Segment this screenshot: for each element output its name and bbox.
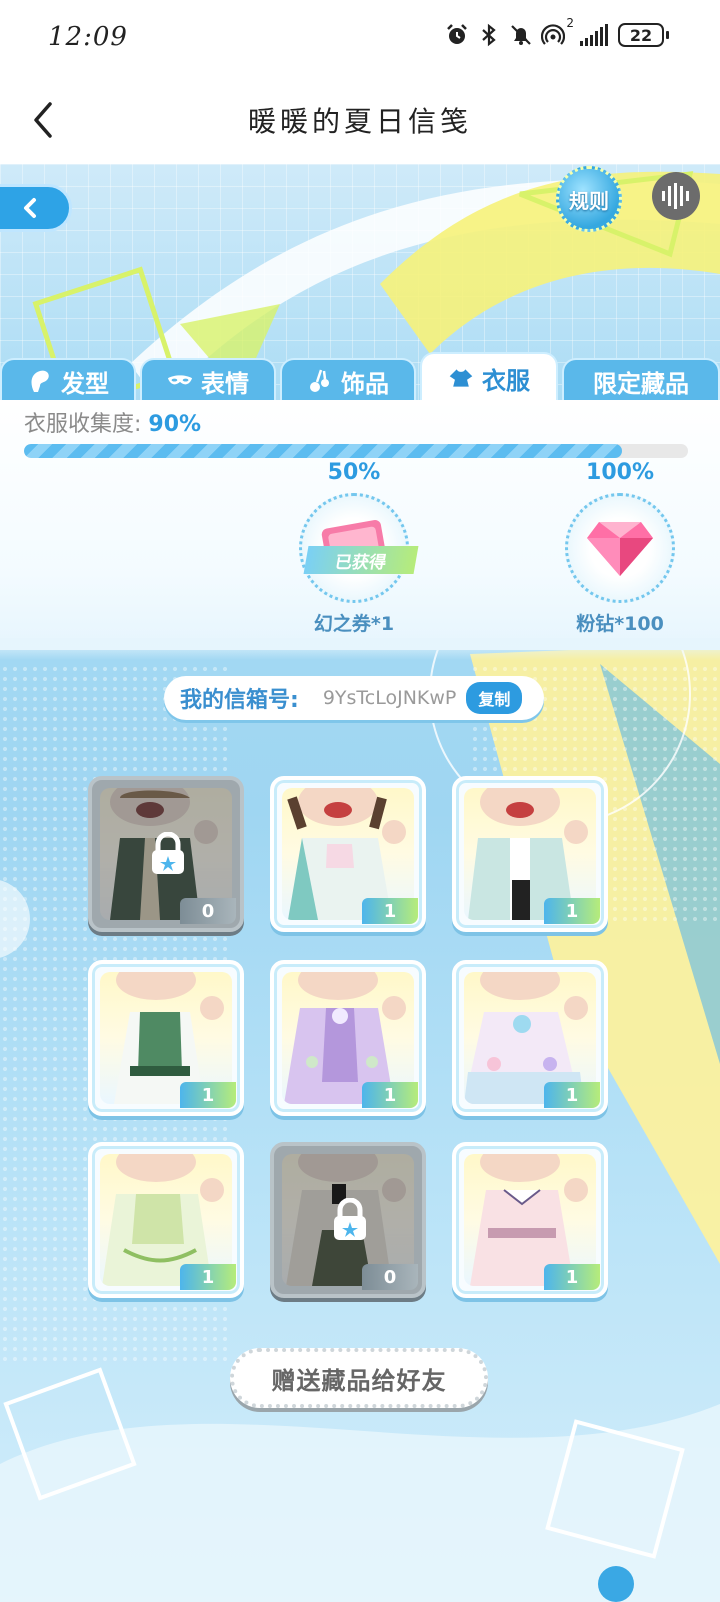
progress-fill xyxy=(24,444,622,458)
clothes-icon xyxy=(448,365,474,391)
mailbox-id-bar: 我的信箱号: 9YsTcLoJNKwP 复制 xyxy=(164,676,544,720)
tab-expression[interactable]: 表情 xyxy=(140,358,276,402)
status-icons: 2 22 xyxy=(444,16,669,48)
network-label: 2 xyxy=(566,16,574,30)
tab-label: 表情 xyxy=(201,369,249,398)
rules-label: 规则 xyxy=(569,188,609,213)
status-bar: 12:09 2 22 xyxy=(0,0,720,78)
obtained-badge: 已获得 xyxy=(303,546,419,574)
nav-bar: 暖暖的夏日信笺 xyxy=(0,78,720,164)
item-count: 1 xyxy=(544,898,600,924)
battery-icon: 22 xyxy=(618,23,669,47)
tab-label: 衣服 xyxy=(482,366,530,395)
hotspot-icon: 2 xyxy=(540,16,574,48)
clothes-card[interactable]: 1 xyxy=(88,960,244,1116)
milestone-100[interactable]: 100% 粉钻*100 xyxy=(550,460,690,636)
sound-wave-icon xyxy=(662,183,689,209)
clothes-card[interactable]: 1 xyxy=(270,776,426,932)
rules-button[interactable]: 规则 xyxy=(556,166,622,232)
tab-limited[interactable]: 限定藏品 xyxy=(562,358,720,402)
mailbox-id: 9YsTcLoJNKwP xyxy=(322,687,457,709)
sound-button[interactable] xyxy=(652,172,700,220)
obtained-label: 已获得 xyxy=(333,552,388,573)
clothes-card[interactable]: 0 xyxy=(88,776,244,932)
accessory-icon xyxy=(307,368,333,394)
lock-icon xyxy=(152,832,184,874)
copy-button[interactable]: 复制 xyxy=(466,682,523,714)
clothes-card[interactable]: 1 xyxy=(452,1142,608,1298)
signal-icon xyxy=(580,24,608,46)
gift-to-friend-button[interactable]: 赠送藏品给好友 xyxy=(230,1348,488,1408)
tab-accessory[interactable]: 饰品 xyxy=(280,358,416,402)
clothes-card[interactable]: 1 xyxy=(270,960,426,1116)
collection-progress-label: 衣服收集度: 90% xyxy=(24,406,201,438)
pink-diamond-icon xyxy=(587,522,653,576)
milestone-percent: 50% xyxy=(327,460,381,485)
reward-name: 粉钻*100 xyxy=(576,613,664,635)
status-time: 12:09 xyxy=(48,22,128,52)
item-count: 0 xyxy=(180,898,236,924)
mask-icon xyxy=(167,368,193,394)
tab-label: 饰品 xyxy=(341,369,389,398)
chevron-left-icon xyxy=(24,198,36,218)
tab-label: 发型 xyxy=(61,369,109,398)
lock-icon xyxy=(334,1198,366,1240)
tab-hair[interactable]: 发型 xyxy=(0,358,136,402)
clothes-card[interactable]: 1 xyxy=(452,776,608,932)
item-count: 1 xyxy=(180,1264,236,1290)
clothes-card[interactable]: 1 xyxy=(88,1142,244,1298)
hair-icon xyxy=(27,368,53,394)
bluetooth-icon xyxy=(476,22,502,48)
page-title: 暖暖的夏日信笺 xyxy=(247,105,472,138)
mute-bell-icon xyxy=(508,22,534,48)
category-tabs: 发型 表情 饰品 衣服 限定藏品 xyxy=(0,352,720,402)
item-count: 1 xyxy=(362,1082,418,1108)
item-count: 1 xyxy=(180,1082,236,1108)
collection-progress-bar xyxy=(24,444,688,458)
tab-label: 限定藏品 xyxy=(593,369,689,398)
gift-button-label: 赠送藏品给好友 xyxy=(271,1366,447,1395)
reward-diamond xyxy=(565,493,675,603)
item-count: 0 xyxy=(362,1264,418,1290)
event-content: 规则 发型 表情 饰品 衣服 限定藏品 衣服收集度: 90% 50% 已获得 幻… xyxy=(0,164,720,1602)
collection-value: 90% xyxy=(148,412,202,437)
clothes-card[interactable]: 1 xyxy=(452,960,608,1116)
reward-name: 幻之券*1 xyxy=(313,613,395,635)
milestone-50[interactable]: 50% 已获得 幻之券*1 xyxy=(284,460,424,636)
mailbox-label: 我的信箱号: xyxy=(180,688,299,713)
item-count: 1 xyxy=(362,898,418,924)
item-count: 1 xyxy=(544,1264,600,1290)
collection-panel: 衣服收集度: 90% 50% 已获得 幻之券*1 100% 粉钻*100 xyxy=(0,400,720,660)
clothes-card[interactable]: 0 xyxy=(270,1142,426,1298)
milestone-percent: 100% xyxy=(586,460,654,485)
reward-ticket: 已获得 xyxy=(299,493,419,603)
event-back-button[interactable] xyxy=(0,184,72,232)
tab-clothes[interactable]: 衣服 xyxy=(420,352,558,402)
collection-label-text: 衣服收集度: xyxy=(24,412,142,437)
item-count: 1 xyxy=(544,1082,600,1108)
alarm-icon xyxy=(444,22,470,48)
